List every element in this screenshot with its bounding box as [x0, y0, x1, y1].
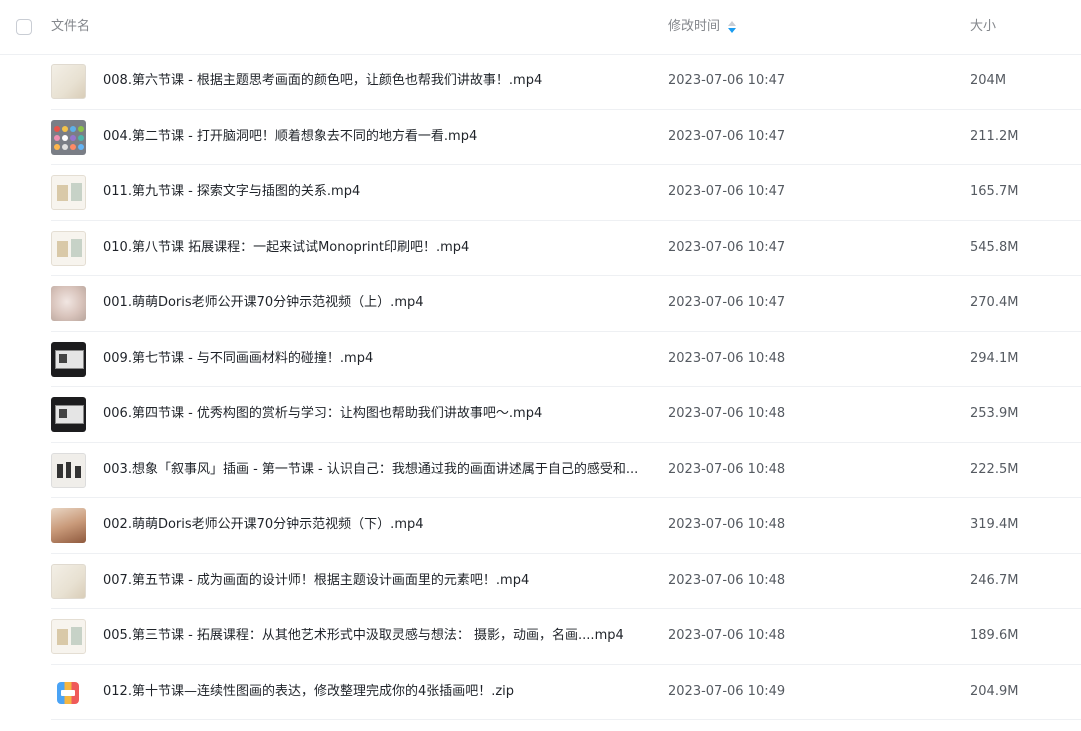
file-modified-time: 2023-07-06 10:48 [668, 572, 786, 588]
file-name[interactable]: 011.第九节课 - 探索文字与插图的关系.mp4 [103, 183, 643, 201]
sort-icon[interactable] [728, 21, 737, 33]
file-name[interactable]: 010.第八节课 拓展课程：一起来试试Monoprint印刷吧！.mp4 [103, 239, 643, 257]
file-size: 253.9M [970, 406, 1019, 421]
file-size: 246.7M [970, 572, 1019, 588]
file-row[interactable]: 005.第三节课 - 拓展课程：从其他艺术形式中汲取灵感与想法： 摄影，动画，名… [51, 609, 1081, 665]
file-row[interactable]: 008.第六节课 - 根据主题思考画面的颜色吧，让颜色也帮我们讲故事！.mp4 2… [51, 54, 1081, 110]
file-row[interactable]: 007.第五节课 - 成为画面的设计师！根据主题设计画面里的元素吧！.mp4 20… [51, 554, 1081, 609]
file-name[interactable]: 002.萌萌Doris老师公开课70分钟示范视频（下）.mp4 [103, 516, 643, 534]
zip-file-icon [51, 675, 86, 710]
video-thumbnail [51, 119, 86, 155]
file-name[interactable]: 005.第三节课 - 拓展课程：从其他艺术形式中汲取灵感与想法： 摄影，动画，名… [103, 627, 643, 645]
file-modified-time: 2023-07-06 10:48 [668, 406, 786, 421]
column-header-size[interactable]: 大小 [970, 18, 996, 36]
file-size: 319.4M [970, 517, 1019, 532]
video-thumbnail [51, 64, 86, 99]
file-name[interactable]: 012.第十节课—连续性图画的表达，修改整理完成你的4张插画吧！.zip [103, 683, 643, 701]
file-size: 222.5M [970, 461, 1019, 477]
file-row[interactable]: 012.第十节课—连续性图画的表达，修改整理完成你的4张插画吧！.zip 2023… [51, 665, 1081, 720]
file-modified-time: 2023-07-06 10:47 [668, 184, 786, 199]
file-size: 165.7M [970, 184, 1019, 199]
video-thumbnail [51, 508, 86, 543]
file-size: 545.8M [970, 239, 1019, 255]
file-name[interactable]: 004.第二节课 - 打开脑洞吧！顺着想象去不同的地方看一看.mp4 [103, 128, 643, 146]
file-modified-time: 2023-07-06 10:48 [668, 628, 786, 643]
file-list: 008.第六节课 - 根据主题思考画面的颜色吧，让颜色也帮我们讲故事！.mp4 2… [0, 54, 1081, 720]
file-modified-time: 2023-07-06 10:48 [668, 461, 786, 477]
file-modified-time: 2023-07-06 10:49 [668, 683, 786, 699]
file-size: 211.2M [970, 128, 1019, 144]
video-thumbnail [51, 397, 86, 432]
file-name[interactable]: 008.第六节课 - 根据主题思考画面的颜色吧，让颜色也帮我们讲故事！.mp4 [103, 72, 643, 90]
video-thumbnail [51, 286, 86, 321]
file-name[interactable]: 003.想象「叙事风」插画 - 第一节课 - 认识自己：我想通过我的画面讲述属于… [103, 461, 643, 479]
file-size: 270.4M [970, 295, 1019, 310]
file-modified-time: 2023-07-06 10:48 [668, 517, 786, 532]
file-size: 204M [970, 73, 1007, 88]
file-row[interactable]: 002.萌萌Doris老师公开课70分钟示范视频（下）.mp4 2023-07-0… [51, 498, 1081, 554]
file-row[interactable]: 010.第八节课 拓展课程：一起来试试Monoprint印刷吧！.mp4 2023… [51, 221, 1081, 276]
file-modified-time: 2023-07-06 10:48 [668, 350, 786, 366]
file-row[interactable]: 011.第九节课 - 探索文字与插图的关系.mp4 2023-07-06 10:4… [51, 165, 1081, 221]
file-name[interactable]: 007.第五节课 - 成为画面的设计师！根据主题设计画面里的元素吧！.mp4 [103, 572, 643, 590]
file-row[interactable]: 009.第七节课 - 与不同画画材料的碰撞！.mp4 2023-07-06 10:… [51, 332, 1081, 387]
file-size: 189.6M [970, 628, 1019, 643]
video-thumbnail [51, 175, 86, 210]
video-thumbnail [51, 563, 86, 599]
file-name[interactable]: 006.第四节课 - 优秀构图的赏析与学习：让构图也帮助我们讲故事吧～.mp4 [103, 405, 643, 423]
file-name[interactable]: 001.萌萌Doris老师公开课70分钟示范视频（上）.mp4 [103, 294, 643, 312]
video-thumbnail [51, 619, 86, 654]
file-row[interactable]: 006.第四节课 - 优秀构图的赏析与学习：让构图也帮助我们讲故事吧～.mp4 2… [51, 387, 1081, 443]
column-header-time[interactable]: 修改时间 [668, 18, 737, 36]
file-row[interactable]: 001.萌萌Doris老师公开课70分钟示范视频（上）.mp4 2023-07-0… [51, 276, 1081, 332]
file-modified-time: 2023-07-06 10:47 [668, 128, 786, 144]
file-size: 294.1M [970, 350, 1019, 366]
file-size: 204.9M [970, 683, 1019, 699]
column-header-time-label: 修改时间 [668, 19, 721, 34]
file-name[interactable]: 009.第七节课 - 与不同画画材料的碰撞！.mp4 [103, 350, 643, 368]
video-thumbnail [51, 341, 86, 377]
file-modified-time: 2023-07-06 10:47 [668, 295, 786, 310]
video-thumbnail [51, 230, 86, 266]
file-modified-time: 2023-07-06 10:47 [668, 73, 786, 88]
file-row[interactable]: 003.想象「叙事风」插画 - 第一节课 - 认识自己：我想通过我的画面讲述属于… [51, 443, 1081, 498]
select-all-checkbox[interactable] [16, 19, 32, 35]
file-list-header: 文件名 修改时间 大小 [0, 0, 1081, 55]
column-header-name[interactable]: 文件名 [51, 18, 90, 36]
file-modified-time: 2023-07-06 10:47 [668, 239, 786, 255]
file-row[interactable]: 004.第二节课 - 打开脑洞吧！顺着想象去不同的地方看一看.mp4 2023-0… [51, 110, 1081, 165]
video-thumbnail [51, 452, 86, 488]
